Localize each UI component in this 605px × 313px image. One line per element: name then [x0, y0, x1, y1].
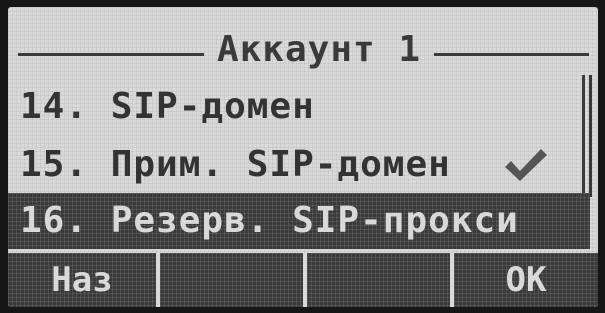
scrollbar[interactable] [582, 75, 592, 197]
title-bar: Аккаунт 1 [8, 19, 598, 70]
softkey-back[interactable]: Наз [8, 253, 156, 307]
page-title: Аккаунт 1 [216, 29, 422, 70]
title-divider-left [18, 53, 204, 56]
menu-item-sip-domain[interactable]: 14. SIP-домен [8, 79, 583, 135]
softkey-3[interactable] [307, 253, 450, 307]
title-divider-right [434, 53, 589, 56]
softkey-bar: Наз ОК [8, 253, 598, 307]
lcd-screen: Аккаунт 1 14. SIP-домен 15. Прим. SIP-до… [8, 7, 598, 307]
softkey-ok[interactable]: ОК [454, 253, 598, 307]
softkey-2[interactable] [160, 253, 303, 307]
menu-item-secondary-sip-domain[interactable]: 15. Прим. SIP-домен [8, 137, 583, 193]
checkmark-icon [505, 149, 547, 181]
menu-item-backup-sip-proxy[interactable]: 16. Резерв. SIP-прокси [8, 193, 590, 249]
